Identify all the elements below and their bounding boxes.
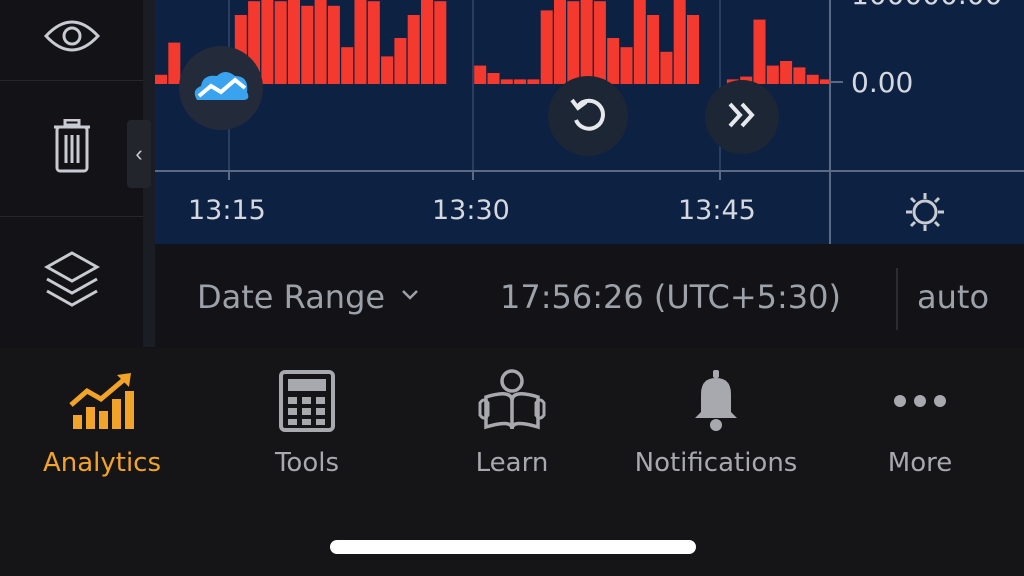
- nav-item-notifications[interactable]: Notifications: [614, 368, 818, 488]
- reset-chart-button[interactable]: [548, 76, 628, 156]
- volume-bar: [820, 79, 829, 84]
- volume-bar: [593, 1, 606, 85]
- volume-bar: [580, 0, 593, 85]
- volume-bar: [354, 0, 367, 85]
- chart-settings-button[interactable]: [903, 190, 947, 239]
- volume-bar: [554, 0, 566, 85]
- chart-status-bar: Date Range 17:56:26 (UTC+5:30) auto: [155, 244, 1024, 348]
- axis-line: [831, 170, 1024, 172]
- date-range-label: Date Range: [197, 278, 386, 316]
- chart-area[interactable]: 13:15 13:30 13:45 100000.00 0.00: [155, 0, 1024, 244]
- volume-bar: [288, 0, 300, 85]
- scroll-to-realtime-button[interactable]: [705, 80, 779, 154]
- volume-bar: [647, 15, 660, 84]
- volume-bar: [367, 1, 380, 85]
- volume-bar: [421, 0, 433, 85]
- volume-bar: [527, 79, 540, 84]
- time-tick-label: 13:30: [432, 195, 510, 226]
- volume-bar: [261, 0, 274, 85]
- volume-bar: [687, 15, 699, 84]
- delete-button[interactable]: [0, 81, 143, 216]
- gear-icon: [903, 193, 947, 238]
- cloud-chart-logo-icon: [191, 66, 251, 111]
- volume-bar: [474, 65, 487, 84]
- volume-bar: [780, 61, 793, 84]
- volume-bar: [168, 42, 181, 84]
- volume-bar: [155, 74, 167, 84]
- volume-bar: [567, 1, 580, 85]
- trash-icon: [52, 118, 92, 178]
- home-indicator[interactable]: [330, 540, 696, 554]
- price-tick-label: 100000.00: [851, 0, 1002, 11]
- nav-item-more[interactable]: More: [818, 368, 1022, 488]
- more-icon: [892, 393, 948, 414]
- bell-icon: [693, 369, 739, 437]
- volume-bar: [407, 15, 420, 84]
- current-time[interactable]: 17:56:26 (UTC+5:30): [500, 278, 841, 316]
- double-chevron-right-icon: [724, 100, 760, 135]
- volume-bar: [381, 56, 394, 84]
- reset-icon: [568, 94, 608, 139]
- layers-icon: [43, 249, 100, 316]
- volume-bar: [500, 79, 513, 84]
- volume-bar: [487, 73, 500, 84]
- volume-bar: [766, 65, 779, 84]
- collapse-toolbar-button[interactable]: ‹: [127, 120, 151, 188]
- logo-button[interactable]: [179, 46, 263, 130]
- time-tick-label: 13:15: [188, 195, 266, 226]
- eye-button[interactable]: [0, 0, 143, 80]
- nav-item-analytics[interactable]: Analytics: [0, 368, 204, 488]
- volume-bar: [793, 67, 806, 84]
- nav-item-learn[interactable]: Learn: [410, 368, 614, 488]
- volume-bar: [327, 5, 340, 84]
- analytics-icon: [69, 371, 135, 436]
- volume-bar: [660, 51, 673, 84]
- volume-bar: [540, 10, 553, 84]
- eye-icon: [43, 20, 100, 61]
- nav-label: More: [887, 448, 953, 478]
- price-scale[interactable]: 100000.00 0.00: [829, 0, 1024, 244]
- volume-bar: [806, 74, 819, 84]
- chevron-down-icon: [401, 288, 419, 306]
- nav-label: Learn: [475, 448, 549, 478]
- volume-bar: [620, 47, 633, 84]
- status-divider: [896, 268, 898, 330]
- volume-bar: [673, 0, 686, 85]
- volume-bar: [633, 0, 646, 85]
- time-tick-label: 13:45: [678, 195, 756, 226]
- price-tick-label: 0.00: [851, 66, 914, 99]
- volume-bar: [274, 1, 287, 85]
- volume-bar: [394, 38, 407, 84]
- chevron-left-icon: ‹: [135, 141, 143, 166]
- volume-bar: [301, 5, 314, 84]
- volume-bar: [607, 38, 620, 84]
- volume-bar: [434, 1, 447, 85]
- nav-label: Notifications: [634, 448, 798, 478]
- layers-button[interactable]: [0, 217, 143, 347]
- drawing-toolbar: [0, 0, 143, 347]
- nav-item-tools[interactable]: Tools: [205, 368, 409, 488]
- learn-icon: [478, 368, 546, 438]
- volume-bar: [341, 47, 354, 84]
- nav-label: Tools: [274, 448, 340, 478]
- nav-label: Analytics: [42, 448, 162, 478]
- volume-bar: [514, 79, 527, 84]
- auto-scale-toggle[interactable]: auto: [917, 278, 989, 316]
- chart-pane[interactable]: [155, 0, 829, 170]
- calculator-icon: [279, 369, 335, 437]
- date-range-dropdown[interactable]: Date Range: [197, 278, 419, 316]
- volume-bar: [753, 19, 766, 85]
- volume-bar: [314, 0, 327, 85]
